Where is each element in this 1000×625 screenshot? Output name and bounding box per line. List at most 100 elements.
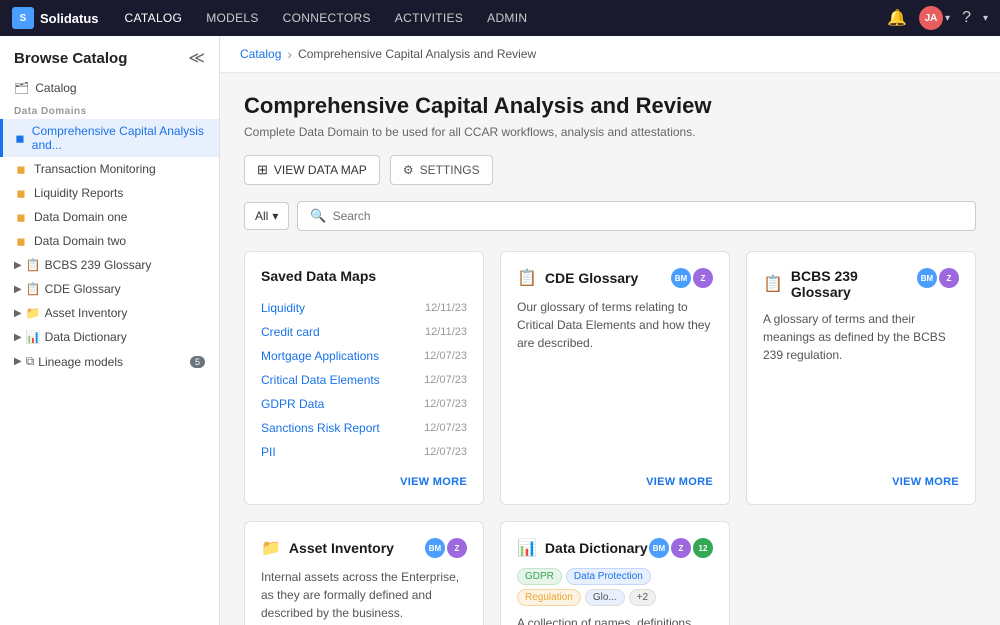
nav-right: 🔔 JA ▾ ? ▾ bbox=[883, 6, 988, 30]
tag-gdpr[interactable]: GDPR bbox=[517, 568, 562, 585]
chevron-down-icon: ▾ bbox=[945, 13, 950, 24]
domain-icon: ◼ bbox=[14, 162, 28, 176]
saved-map-name[interactable]: Critical Data Elements bbox=[261, 373, 380, 387]
saved-map-date: 12/11/23 bbox=[425, 326, 467, 338]
sidebar-group-data-dict[interactable]: ▶ 📊 Data Dictionary bbox=[0, 325, 219, 349]
tag-glo[interactable]: Glo... bbox=[585, 589, 625, 606]
bcbs-glossary-card: 📋 BCBS 239 Glossary BM Z A glossary of t… bbox=[746, 251, 976, 505]
sidebar-group-label: BCBS 239 Glossary bbox=[45, 258, 152, 272]
saved-map-name[interactable]: GDPR Data bbox=[261, 397, 324, 411]
help-icon[interactable]: ? bbox=[958, 7, 975, 29]
nav-models[interactable]: MODELS bbox=[196, 7, 268, 29]
toolbar: ⊞ VIEW DATA MAP ⚙ SETTINGS bbox=[244, 155, 976, 185]
sidebar-item-domain-one[interactable]: ◼ Data Domain one bbox=[0, 205, 219, 229]
sidebar-item-comprehensive[interactable]: ◼ Comprehensive Capital Analysis and... bbox=[0, 119, 219, 157]
sidebar-item-transaction[interactable]: ◼ Transaction Monitoring bbox=[0, 157, 219, 181]
saved-map-date: 12/07/23 bbox=[424, 374, 467, 386]
cde-glossary-name: CDE Glossary bbox=[545, 270, 638, 286]
sidebar-item-domain-two[interactable]: ◼ Data Domain two bbox=[0, 229, 219, 253]
search-input-wrap[interactable]: 🔍 bbox=[297, 201, 976, 231]
saved-data-maps-card: Saved Data Maps Liquidity 12/11/23 Credi… bbox=[244, 251, 484, 505]
sidebar: Browse Catalog ≪ 🗂 Catalog Data Domains … bbox=[0, 36, 220, 625]
saved-map-name[interactable]: Credit card bbox=[261, 325, 320, 339]
asset-inventory-name: Asset Inventory bbox=[289, 540, 394, 556]
saved-map-name[interactable]: Liquidity bbox=[261, 301, 305, 315]
avatar-z: Z bbox=[671, 538, 691, 558]
sidebar-item-label: Data Domain two bbox=[34, 234, 126, 248]
avatar-bm: BM bbox=[649, 538, 669, 558]
nav-admin[interactable]: ADMIN bbox=[477, 7, 537, 29]
view-data-map-button[interactable]: ⊞ VIEW DATA MAP bbox=[244, 155, 380, 185]
avatar: JA bbox=[919, 6, 943, 30]
sidebar-group-bcbs[interactable]: ▶ 📋 BCBS 239 Glossary bbox=[0, 253, 219, 277]
settings-icon: ⚙ bbox=[403, 163, 414, 177]
tag-more[interactable]: +2 bbox=[629, 589, 656, 606]
avatar-12: 12 bbox=[693, 538, 713, 558]
breadcrumb: Catalog › Comprehensive Capital Analysis… bbox=[220, 36, 1000, 73]
card-header: 📁 Asset Inventory BM Z bbox=[261, 538, 467, 558]
sidebar-item-liquidity[interactable]: ◼ Liquidity Reports bbox=[0, 181, 219, 205]
breadcrumb-current: Comprehensive Capital Analysis and Revie… bbox=[298, 47, 536, 61]
saved-map-item: Sanctions Risk Report 12/07/23 bbox=[261, 416, 467, 440]
settings-button[interactable]: ⚙ SETTINGS bbox=[390, 155, 493, 185]
asset-inventory-desc: Internal assets across the Enterprise, a… bbox=[261, 568, 467, 625]
sidebar-item-catalog[interactable]: 🗂 Catalog bbox=[0, 76, 219, 100]
user-menu[interactable]: JA ▾ bbox=[919, 6, 950, 30]
saved-map-date: 12/07/23 bbox=[424, 398, 467, 410]
domain-icon: ◼ bbox=[14, 131, 26, 145]
view-data-map-label: VIEW DATA MAP bbox=[274, 163, 367, 177]
filter-select[interactable]: All ▾ bbox=[244, 202, 289, 230]
sidebar-item-label: Data Domain one bbox=[34, 210, 127, 224]
notification-icon[interactable]: 🔔 bbox=[883, 6, 911, 30]
expand-icon: ▶ bbox=[14, 284, 22, 295]
tag-regulation[interactable]: Regulation bbox=[517, 589, 581, 606]
collapse-sidebar-button[interactable]: ≪ bbox=[188, 48, 205, 68]
bcbs-glossary-view-more[interactable]: VIEW MORE bbox=[763, 464, 959, 488]
avatar-bm: BM bbox=[917, 268, 937, 288]
lineage-icon: ⧉ bbox=[26, 354, 35, 369]
expand-icon: ▶ bbox=[14, 356, 22, 367]
dict-icon: 📊 bbox=[26, 330, 41, 344]
card-header-left: 📋 CDE Glossary bbox=[517, 268, 638, 288]
saved-map-date: 12/07/23 bbox=[424, 350, 467, 362]
glossary-icon: 📋 bbox=[26, 282, 41, 296]
nav-connectors[interactable]: CONNECTORS bbox=[273, 7, 381, 29]
logo[interactable]: S Solidatus bbox=[12, 7, 99, 29]
sidebar-group-asset[interactable]: ▶ 📁 Asset Inventory bbox=[0, 301, 219, 325]
sidebar-group-label: Asset Inventory bbox=[45, 306, 128, 320]
sidebar-group-cde[interactable]: ▶ 📋 CDE Glossary bbox=[0, 277, 219, 301]
catalog-icon: 🗂 bbox=[14, 81, 29, 95]
saved-map-item: Mortgage Applications 12/07/23 bbox=[261, 344, 467, 368]
bcbs-glossary-desc: A glossary of terms and their meanings a… bbox=[763, 310, 959, 464]
saved-map-name[interactable]: PII bbox=[261, 445, 276, 459]
page-description: Complete Data Domain to be used for all … bbox=[244, 125, 976, 139]
filter-label: All bbox=[255, 209, 268, 223]
tag-data-protection[interactable]: Data Protection bbox=[566, 568, 651, 585]
domain-icon: ◼ bbox=[14, 210, 28, 224]
search-input[interactable] bbox=[333, 209, 963, 223]
card-header: 📊 Data Dictionary BM Z 12 bbox=[517, 538, 713, 558]
saved-map-name[interactable]: Mortgage Applications bbox=[261, 349, 379, 363]
saved-maps-view-more[interactable]: VIEW MORE bbox=[261, 464, 467, 488]
nav-catalog[interactable]: CATALOG bbox=[115, 7, 193, 29]
expand-icon: ▶ bbox=[14, 308, 22, 319]
sidebar-section-label: Data Domains bbox=[0, 100, 219, 119]
cde-glossary-view-more[interactable]: VIEW MORE bbox=[517, 464, 713, 488]
glossary-card-icon: 📋 bbox=[517, 268, 537, 288]
logo-icon: S bbox=[12, 7, 34, 29]
sidebar-item-label: Transaction Monitoring bbox=[34, 162, 156, 176]
data-dictionary-desc: A collection of names, definitions, and … bbox=[517, 614, 713, 625]
card-header: 📋 BCBS 239 Glossary BM Z bbox=[763, 268, 959, 300]
breadcrumb-catalog-link[interactable]: Catalog bbox=[240, 47, 281, 61]
data-map-icon: ⊞ bbox=[257, 162, 268, 178]
card-header-left: 📋 BCBS 239 Glossary bbox=[763, 268, 917, 300]
folder-icon: 📁 bbox=[26, 306, 41, 320]
sidebar-catalog-label: Catalog bbox=[35, 81, 76, 95]
card-avatars: BM Z bbox=[671, 268, 713, 288]
content-area: Comprehensive Capital Analysis and Revie… bbox=[220, 73, 1000, 625]
saved-map-name[interactable]: Sanctions Risk Report bbox=[261, 421, 380, 435]
cde-glossary-desc: Our glossary of terms relating to Critic… bbox=[517, 298, 713, 464]
nav-activities[interactable]: ACTIVITIES bbox=[385, 7, 473, 29]
saved-map-item: Credit card 12/11/23 bbox=[261, 320, 467, 344]
sidebar-group-lineage[interactable]: ▶ ⧉ Lineage models 5 bbox=[0, 349, 219, 374]
